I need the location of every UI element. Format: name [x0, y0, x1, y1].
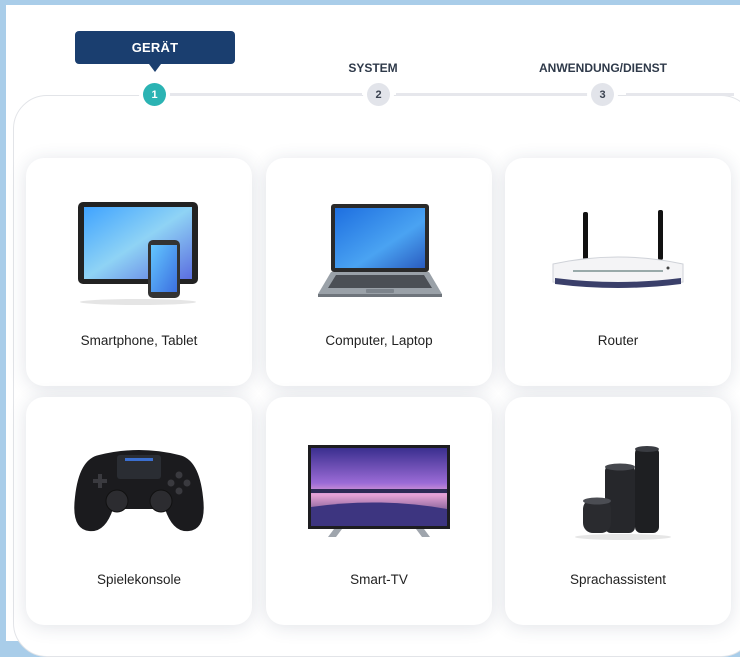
device-label: Smartphone, Tablet — [80, 333, 198, 348]
laptop-icon — [266, 188, 492, 318]
step-2-number: 2 — [375, 88, 382, 101]
step-2[interactable]: 2 — [367, 83, 390, 106]
device-label: Sprachassistent — [569, 572, 667, 587]
device-label: Smart-TV — [350, 572, 408, 587]
page: GERÄT SYSTEM ANWENDUNG/DIENST 1 2 3 Smar… — [6, 5, 740, 657]
tv-icon — [266, 427, 492, 557]
device-label: Router — [597, 333, 639, 348]
device-card-router[interactable]: Router — [505, 158, 731, 386]
device-card-smartphone-tablet[interactable]: Smartphone, Tablet — [26, 158, 252, 386]
device-card-computer-laptop[interactable]: Computer, Laptop — [266, 158, 492, 386]
step-connector-1 — [166, 93, 362, 96]
tooltip-arrow — [149, 64, 161, 72]
device-label: Spielekonsole — [96, 572, 182, 587]
device-card-spielekonsole[interactable]: Spielekonsole — [26, 397, 252, 625]
smart-speaker-icon — [505, 427, 731, 557]
device-card-sprachassistent[interactable]: Sprachassistent — [505, 397, 731, 625]
current-step-tooltip: GERÄT — [75, 31, 235, 64]
step-3-number: 3 — [599, 88, 606, 101]
device-card-smart-tv[interactable]: Smart-TV — [266, 397, 492, 625]
step-3[interactable]: 3 — [591, 83, 614, 106]
step-label-system: SYSTEM — [348, 61, 398, 75]
step-connector-3 — [626, 93, 734, 96]
tooltip-label: GERÄT — [131, 40, 179, 55]
tablet-phone-icon — [26, 188, 252, 318]
step-label-anwendung: ANWENDUNG/DIENST — [539, 61, 667, 75]
router-icon — [505, 188, 731, 318]
step-1[interactable]: 1 — [143, 83, 166, 106]
gamepad-icon — [26, 427, 252, 557]
step-connector-2 — [396, 93, 592, 96]
step-1-number: 1 — [151, 88, 158, 101]
device-label: Computer, Laptop — [325, 333, 433, 348]
